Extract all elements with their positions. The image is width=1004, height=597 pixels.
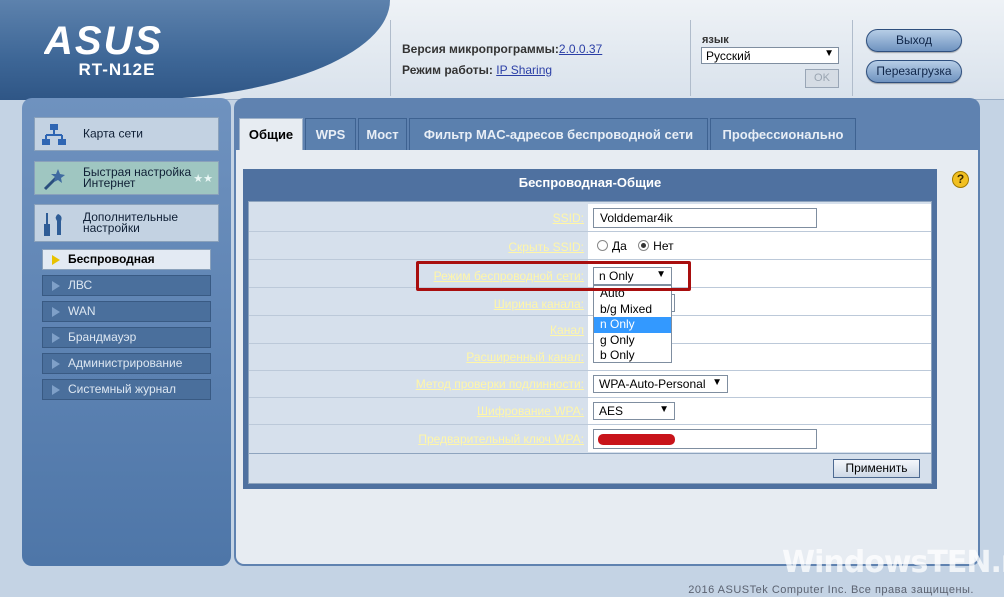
wpa-psk-label: Предварительный ключ WPA:: [418, 432, 584, 446]
auth-method-value: WPA-Auto-Personal: [599, 377, 706, 391]
hide-ssid-yes-radio[interactable]: [597, 240, 608, 251]
row-divider: [249, 315, 931, 316]
tab-mac-filter[interactable]: Фильтр MAC-адресов беспроводной сети: [409, 118, 708, 150]
sidebar-item-wan[interactable]: WAN: [42, 301, 211, 322]
arrow-right-icon: [52, 307, 60, 317]
chevron-down-icon: ▼: [824, 48, 834, 59]
mode-label: Режим работы:: [402, 63, 493, 77]
reboot-button[interactable]: Перезагрузка: [866, 60, 962, 83]
wpa-encryption-label: Шифрование WPA:: [477, 404, 584, 418]
sidebar-item-label: WAN: [68, 304, 96, 318]
sidebar-item-label: Дополнительные настройки: [83, 210, 178, 235]
language-ok-button[interactable]: OK: [805, 69, 839, 88]
copyright: 2016 ASUSTek Computer Inc. Все права защ…: [688, 584, 974, 596]
apply-button[interactable]: Применить: [833, 459, 920, 478]
hide-ssid-label: Скрыть SSID:: [508, 240, 584, 254]
firmware-link[interactable]: 2.0.0.37: [559, 42, 602, 56]
row-divider: [249, 231, 931, 232]
divider: [690, 20, 691, 96]
annotation-highlight-box: [416, 261, 691, 291]
help-icon[interactable]: ?: [952, 171, 969, 188]
chevron-down-icon: ▼: [659, 404, 669, 415]
sidebar-item-label: ЛВС: [68, 278, 93, 292]
header: ASUS RT-N12E Версия микропрограммы:2.0.0…: [0, 0, 1004, 100]
arrow-right-icon: [52, 281, 60, 291]
sidebar-item-wireless[interactable]: Беспроводная: [42, 249, 211, 270]
sidebar-item-firewall[interactable]: Брандмауэр: [42, 327, 211, 348]
arrow-right-icon: [52, 255, 60, 265]
row-divider: [249, 259, 931, 260]
row-divider: [249, 424, 931, 425]
firmware-version: Версия микропрограммы:2.0.0.37: [402, 42, 602, 56]
sidebar-item-administration[interactable]: Администрирование: [42, 353, 211, 374]
dropdown-option[interactable]: n Only: [594, 317, 671, 333]
chevron-down-icon: ▼: [712, 377, 722, 388]
wpa-encryption-value: AES: [599, 404, 624, 418]
arrow-right-icon: [52, 385, 60, 395]
language-select[interactable]: Русский ▼: [701, 47, 839, 64]
tab-wps[interactable]: WPS: [305, 118, 356, 150]
arrow-right-icon: [52, 359, 60, 369]
sidebar-item-lan[interactable]: ЛВС: [42, 275, 211, 296]
sidebar-item-network-map[interactable]: Карта сети: [34, 117, 219, 151]
sidebar-item-label: Карта сети: [83, 126, 143, 141]
model-name: RT-N12E: [78, 60, 156, 79]
stars-icon: ★★: [193, 173, 213, 185]
hide-ssid-radio-group: Да Нет: [597, 239, 674, 253]
sidebar-item-label: Брандмауэр: [68, 330, 137, 344]
logout-button[interactable]: Выход: [866, 29, 962, 52]
sidebar-item-label: Беспроводная: [68, 252, 155, 266]
language-label: язык: [702, 34, 729, 46]
wpa-encryption-select[interactable]: AES ▼: [593, 402, 675, 420]
channel-label: Канал: [550, 323, 584, 337]
operation-mode: Режим работы: IP Sharing: [402, 63, 552, 77]
divider: [852, 20, 853, 96]
form-footer: [248, 454, 932, 484]
magic-wand-icon: [43, 169, 65, 191]
channel-bandwidth-label: Ширина канала:: [493, 297, 584, 311]
dropdown-option[interactable]: b Only: [594, 348, 671, 364]
redaction-mark: [598, 434, 675, 445]
svg-text:ASUS: ASUS: [44, 20, 163, 60]
divider: [390, 20, 391, 96]
dropdown-option[interactable]: b/g Mixed: [594, 302, 671, 318]
row-divider: [249, 397, 931, 398]
arrow-right-icon: [52, 333, 60, 343]
hide-ssid-yes-label: Да: [612, 239, 627, 253]
firmware-label: Версия микропрограммы:: [402, 42, 559, 56]
row-divider: [249, 343, 931, 344]
mode-link[interactable]: IP Sharing: [496, 63, 552, 77]
sidebar-item-system-log[interactable]: Системный журнал: [42, 379, 211, 400]
tab-general[interactable]: Общие: [239, 118, 303, 150]
auth-method-select[interactable]: WPA-Auto-Personal ▼: [593, 375, 728, 393]
sidebar-item-quick-setup[interactable]: Быстрая настройка Интернет ★★: [34, 161, 219, 195]
ssid-input[interactable]: Volddemar4ik: [593, 208, 817, 228]
ssid-label: SSID:: [552, 211, 584, 225]
extension-channel-label: Расширенный канал:: [466, 350, 584, 364]
sidebar-item-label: Быстрая настройка Интернет: [83, 165, 192, 190]
form-title: Беспроводная-Общие: [243, 169, 937, 196]
network-map-icon: [42, 124, 66, 145]
hide-ssid-no-radio[interactable]: [638, 240, 650, 251]
tab-bridge[interactable]: Мост: [358, 118, 407, 150]
tab-professional[interactable]: Профессионально: [710, 118, 856, 150]
sidebar-item-label: Системный журнал: [68, 382, 176, 396]
sidebar-item-advanced[interactable]: Дополнительные настройки: [34, 204, 219, 242]
wireless-mode-dropdown[interactable]: Auto b/g Mixed n Only g Only b Only: [593, 285, 672, 363]
watermark: WindowsTEN.ru: [782, 545, 1004, 580]
language-value: Русский: [706, 49, 751, 63]
auth-method-label: Метод проверки подлинности:: [415, 377, 584, 391]
asus-logo: ASUS: [44, 20, 163, 60]
row-divider: [249, 370, 931, 371]
sidebar-item-label: Администрирование: [68, 356, 183, 370]
hide-ssid-no-label: Нет: [653, 239, 674, 253]
tools-icon: [44, 213, 62, 236]
dropdown-option[interactable]: g Only: [594, 333, 671, 349]
